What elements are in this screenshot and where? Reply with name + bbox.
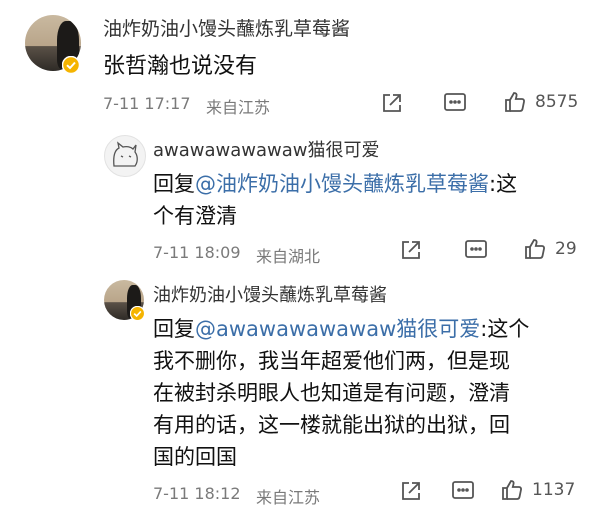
comment-time: 7-11 18:12 — [153, 484, 241, 503]
comment-username[interactable]: awawawawawaw猫很可爱 — [153, 136, 380, 162]
share-icon[interactable] — [400, 480, 422, 502]
comment-icon[interactable] — [451, 480, 475, 502]
comment-location: 来自江苏 — [256, 488, 321, 507]
comment-text-line: 有用的话，这一楼就能出狱的出狱，回 — [153, 413, 510, 437]
comment-text-line: 在被封杀明眼人也知道是有问题，澄清 — [153, 381, 510, 405]
reply-prefix: 回复 — [153, 172, 195, 196]
verified-badge-icon — [130, 306, 145, 321]
mention-link[interactable]: @油炸奶油小馒头蘸炼乳草莓酱 — [195, 172, 489, 196]
like-count: 29 — [555, 239, 577, 259]
comment-icon[interactable] — [443, 92, 467, 114]
like-icon — [503, 90, 527, 114]
avatar[interactable] — [104, 135, 146, 177]
mention-link[interactable]: @awawawawawaw猫很可爱 — [195, 317, 480, 341]
share-icon[interactable] — [381, 92, 403, 114]
like-button[interactable]: 1137 — [500, 478, 575, 502]
reply-prefix: 回复 — [153, 317, 195, 341]
like-button[interactable]: 29 — [523, 237, 577, 261]
comment-text-line: 我不删你，我当年超爱他们两，但是现 — [153, 349, 510, 373]
comment-location: 来自湖北 — [256, 247, 321, 266]
comment-text-rest: :这 — [489, 172, 518, 196]
comment-icon[interactable] — [464, 239, 488, 261]
comment-text: 张哲瀚也说没有 — [103, 54, 258, 79]
share-icon[interactable] — [400, 239, 422, 261]
comment-time: 7-11 17:17 — [103, 94, 191, 113]
like-icon — [500, 478, 524, 502]
comment-username[interactable]: 油炸奶油小馒头蘸炼乳草莓酱 — [103, 14, 350, 41]
like-count: 1137 — [532, 480, 576, 500]
comment-text-line: 国的回国 — [153, 445, 237, 469]
comment-time: 7-11 18:09 — [153, 243, 241, 262]
like-count: 8575 — [535, 92, 579, 112]
like-button[interactable]: 8575 — [503, 90, 578, 114]
verified-badge-icon — [62, 56, 80, 74]
comment-username[interactable]: 油炸奶油小馒头蘸炼乳草莓酱 — [153, 281, 387, 307]
like-icon — [523, 237, 547, 261]
comment-text: 回复@油炸奶油小馒头蘸炼乳草莓酱:这 — [153, 168, 517, 198]
comment-text-rest: :这个 — [480, 317, 530, 341]
comment-location: 来自江苏 — [206, 98, 271, 117]
comment-text: 回复@awawawawawaw猫很可爱:这个 — [153, 313, 529, 343]
comment-text-line: 个有澄清 — [153, 204, 237, 228]
